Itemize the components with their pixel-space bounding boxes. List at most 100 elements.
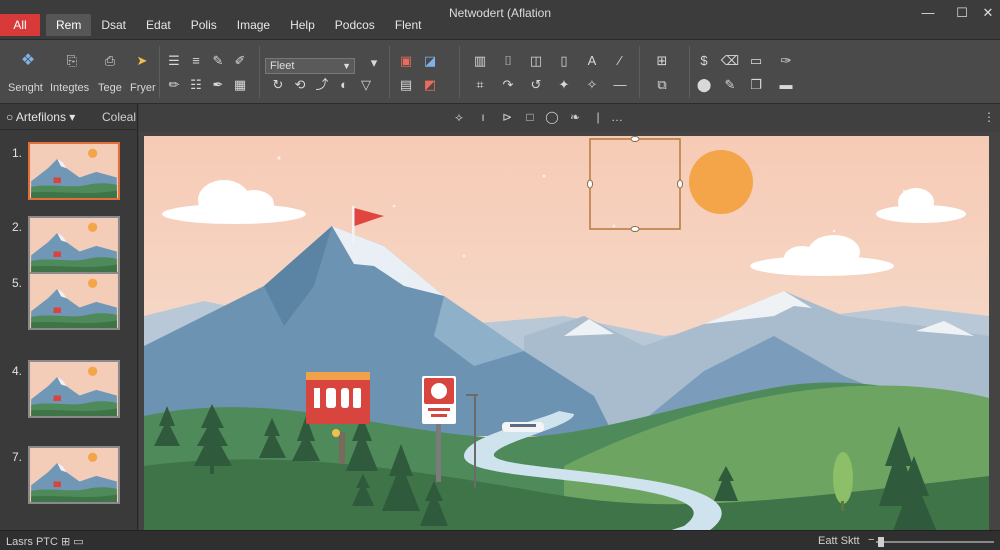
restore-icon[interactable]: ☐ [952,4,972,22]
text-box-icon[interactable]: ⌷ [498,52,518,70]
thumbnail-landscape [31,362,117,416]
rotate-icon[interactable]: ⟲ [290,76,310,94]
shapes-icon[interactable]: ❖ [18,52,38,70]
feather-icon[interactable]: ✑ [776,52,796,70]
draw-icon[interactable]: ⁄ [610,52,630,70]
line-icon[interactable]: — [610,76,630,94]
slide-thumbnail[interactable] [28,272,120,330]
crop-tool-icon[interactable]: ⌗ [470,76,490,94]
close-icon[interactable]: ✕ [978,4,998,22]
ribbon-group-font: Fleet ▼ ▾ ↻ ⟲ ⤴ ◐ ▽ [260,46,390,98]
menu-home[interactable]: Rem [46,14,92,36]
comment-icon[interactable]: ▬ [776,76,796,94]
chevron-down-icon: ▼ [342,61,351,71]
status-bar: Lasrs PTC ⊞ ▭ Eatt Sktt − [0,530,1000,550]
ribbon-toolbar: ❖ ⎘ ⎙ ➤ Senght Integtes Tege Fryer ☰ ≡ ✎… [0,40,1000,104]
divider-icon: | [596,110,600,124]
slide-editor: ⟡ ı ⊳ □ ◯ ❧ | … ⋮ [139,104,1000,534]
slide-thumbnail[interactable] [28,216,120,274]
menu-design[interactable]: Dsat [91,14,136,36]
align-center-icon[interactable]: ≡ [186,52,206,70]
copy-icon[interactable]: ❐ [746,76,766,94]
effects-icon[interactable]: ✦ [554,76,574,94]
slide-canvas[interactable] [144,136,989,534]
zoom-slider[interactable] [876,541,994,543]
eraser-icon[interactable]: ⌫ [720,52,740,70]
align-left-icon[interactable]: ☰ [164,52,184,70]
list-icon[interactable]: ☷ [186,76,206,94]
rotate-right-icon[interactable]: ↷ [498,76,518,94]
ribbon-group-draw: ▥ ⌷ ◫ ▯ A ⁄ ⌗ ↷ ↺ ✦ ✧ — [460,46,640,98]
wand-icon[interactable]: ✧ [582,76,602,94]
slide-thumbnail[interactable] [28,360,120,418]
link-icon[interactable]: ⧉ [652,76,672,94]
insert-icon[interactable]: ⎘ [62,52,82,70]
ribbon-label-integtes: Integtes [50,82,90,94]
more-icon[interactable]: … [609,110,625,124]
sync-icon[interactable]: ↻ [268,76,288,94]
frame-icon[interactable]: ◫ [526,52,546,70]
menu-tools[interactable]: Polis [181,14,227,36]
shadow-icon[interactable]: ◐ [334,76,354,94]
grid-icon[interactable]: ▦ [230,76,250,94]
page-icon[interactable]: ⎙ [100,52,120,70]
canvas-toolbar: ⟡ ı ⊳ □ ◯ ❧ | … ⋮ [139,104,1000,132]
pen-tool-icon[interactable]: ✎ [720,76,740,94]
crop-icon[interactable]: ◩ [420,76,440,94]
scroll-icon[interactable]: ⋮ [981,110,997,124]
status-right: Eatt Sktt [818,535,860,547]
menu-edit[interactable]: Edat [136,14,181,36]
send-icon[interactable]: ⤴ [312,76,332,94]
shape-icon[interactable]: ◯ [544,110,560,124]
columns-icon[interactable]: ▥ [470,52,490,70]
road-sign-line1 [428,408,450,411]
menu-help[interactable]: Help [280,14,325,36]
minimize-icon[interactable]: — [918,4,938,22]
sign-post [436,416,441,482]
cursor-icon[interactable]: ➤ [132,52,152,70]
filter-icon[interactable]: ▽ [356,76,376,94]
info-icon[interactable]: ı [475,110,491,124]
layout-icon[interactable]: ▯ [554,52,574,70]
ribbon-group-picture: ▣ ◪ ▤ ◩ [390,46,460,98]
menu-flent[interactable]: Flent [385,14,432,36]
pencil-icon[interactable]: ✏ [164,76,184,94]
presentation-app-window: Netwodert (Aflation — ☐ ✕ All Rem Dsat E… [0,0,1000,550]
font-select[interactable]: Fleet ▼ [265,58,355,74]
reset-icon[interactable]: ↺ [526,76,546,94]
menu-bar: Netwodert (Aflation — ☐ ✕ All Rem Dsat E… [0,0,1000,40]
street-lamp-post [474,394,476,488]
slides-pane: ○ Artefilons ▾ Coleal 1. 2. 5. 4. 7. [0,104,138,530]
zoom-slider-handle[interactable] [878,537,884,547]
billboard-lamp [332,429,340,437]
arrange-icon[interactable]: ⊞ [652,52,672,70]
pen-icon[interactable]: ✎ [208,52,228,70]
dollar-icon[interactable]: $ [694,52,714,70]
sun[interactable] [689,150,753,214]
slides-pane-secondary[interactable]: Coleal [102,110,136,124]
street-lamp-arm [466,394,478,396]
slides-pane-title[interactable]: ○ Artefilons ▾ [6,110,75,124]
leaf-icon[interactable]: ❧ [567,110,583,124]
table-icon[interactable]: ▤ [396,76,416,94]
picture-icon[interactable]: ▣ [396,52,416,70]
ribbon-group-format: ☰ ≡ ✎ ✐ ✏ ☷ ✒ ▦ [160,46,260,98]
marker-icon[interactable]: ✒ [208,76,228,94]
rectangle-icon[interactable]: □ [522,110,538,124]
sound-icon[interactable]: ⊳ [499,110,515,124]
slide-thumbnail[interactable] [28,142,120,200]
menu-file[interactable]: All [0,14,40,36]
slide-thumbnail[interactable] [28,446,120,504]
landscape-illustration [144,136,989,534]
zoom-out-icon[interactable]: − [868,534,874,546]
text-icon[interactable]: A [582,52,602,70]
font-size-icon[interactable]: ▾ [364,54,384,72]
menu-image[interactable]: Image [227,14,280,36]
thumbnail-landscape [31,274,117,328]
brush-icon[interactable]: ✐ [230,52,250,70]
pin-icon[interactable]: ⟡ [451,110,467,125]
image-icon[interactable]: ◪ [420,52,440,70]
fill-icon[interactable]: ⬤ [694,76,714,94]
menu-podcos[interactable]: Podcos [325,14,385,36]
clipboard-icon[interactable]: ▭ [746,52,766,70]
